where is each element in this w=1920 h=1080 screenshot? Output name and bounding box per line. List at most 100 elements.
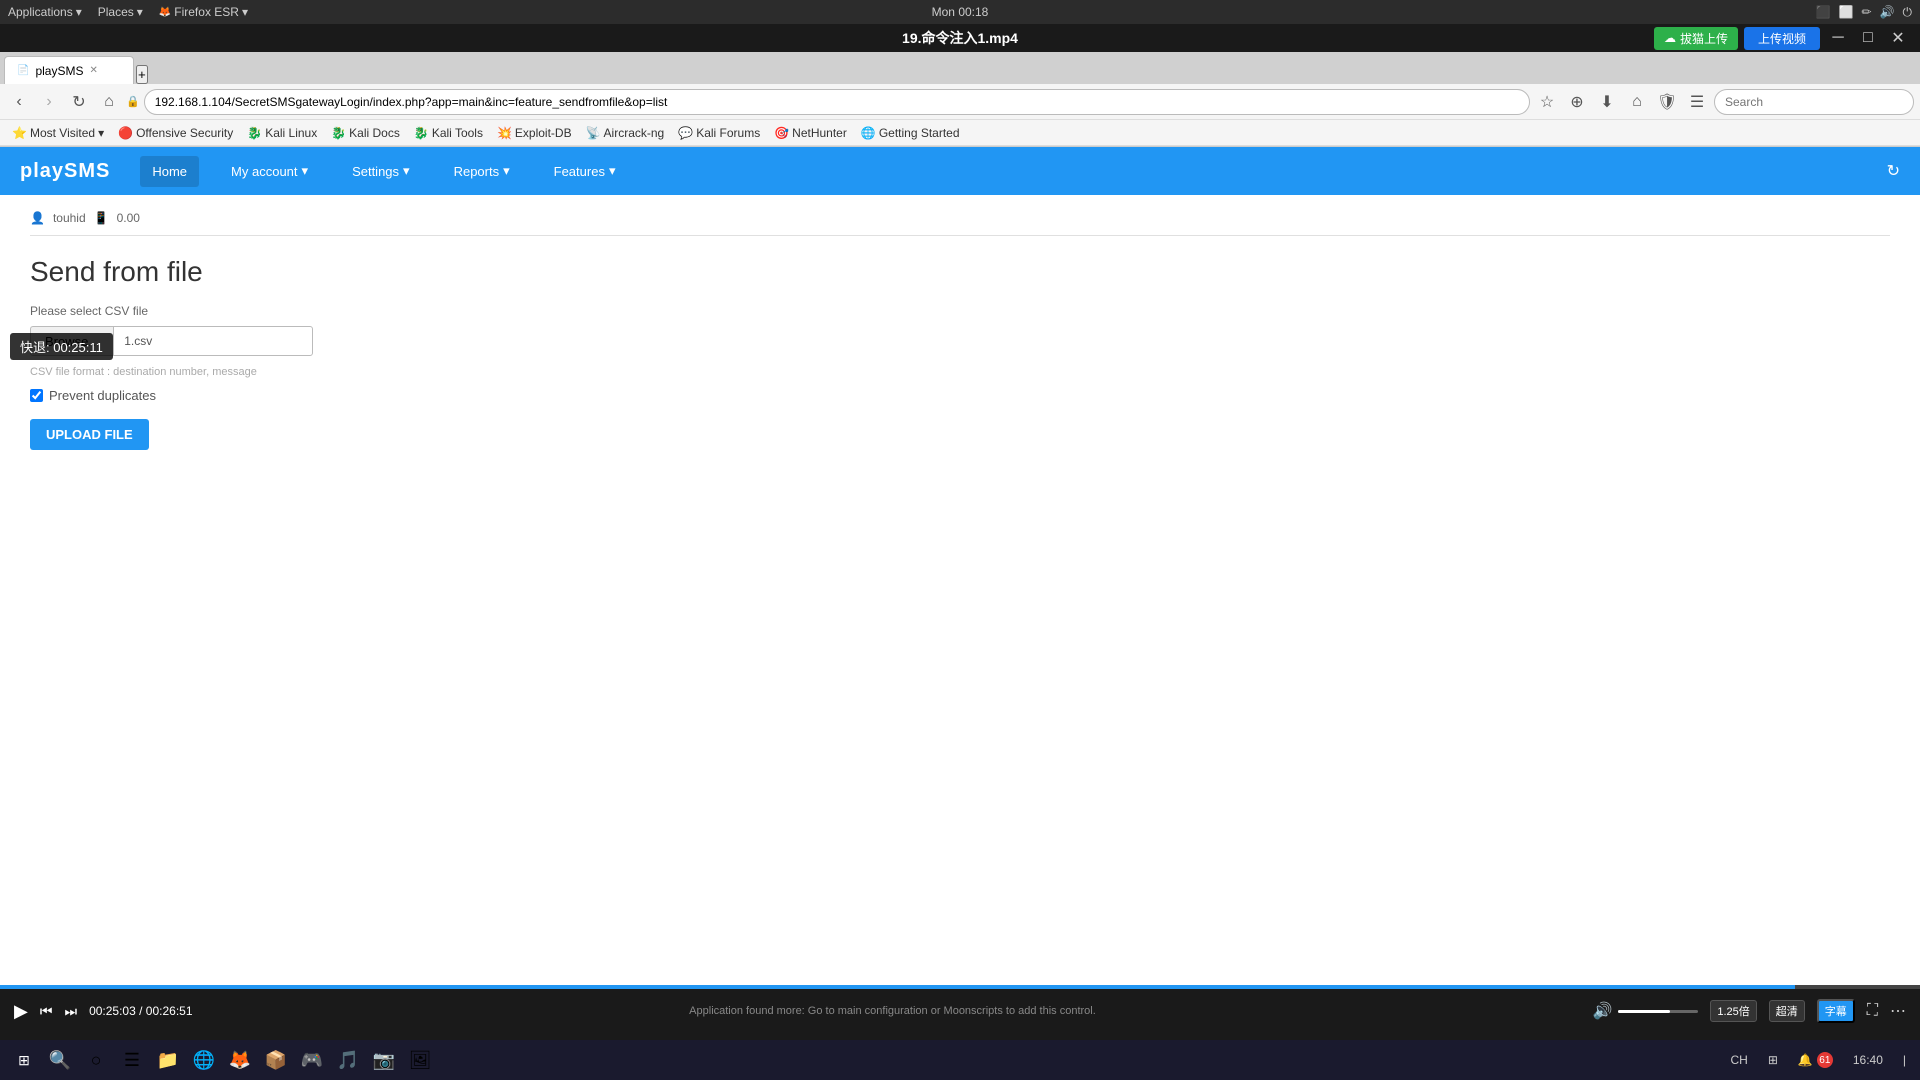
url-bar[interactable] [144,89,1530,115]
bookmark-icon: ⭐ [12,126,27,140]
bookmark-kali-forums[interactable]: 💬 Kali Forums [672,124,766,142]
video-player-area: ▶ ⏮ ⏭ 00:25:03 / 00:26:51 Application fo… [0,985,1920,1033]
taskbar-search-icon[interactable]: 🔍 [44,1044,76,1076]
subtitle-badge[interactable]: 字幕 [1817,999,1855,1023]
start-icon: 🌐 [861,126,876,140]
bookmark-star-icon[interactable]: ☆ [1534,89,1560,115]
system-topbar: Applications ▾ Places ▾ 🦊 Firefox ESR ▾ … [0,0,1920,24]
add-tab-button[interactable]: + [136,65,148,84]
more-options-button[interactable]: ⋯ [1890,1001,1906,1021]
security-icon[interactable]: 🛡 [1654,89,1680,115]
taskbar-game-icon[interactable]: 🎮 [296,1044,328,1076]
forums-icon: 💬 [678,126,693,140]
balance: 0.00 [117,211,140,225]
prevent-duplicates-checkbox[interactable] [30,389,43,402]
fullscreen-button[interactable]: ⛶ [1867,1002,1878,1020]
nav-settings[interactable]: Settings ▾ [340,155,422,187]
nav-features[interactable]: Features ▾ [542,155,628,187]
quality-badge[interactable]: 超清 [1769,1000,1805,1022]
bookmark-most-visited[interactable]: ⭐ Most Visited ▾ [6,124,110,142]
volume-speaker-icon[interactable]: 🔊 [1592,1001,1612,1021]
speed-badge[interactable]: 1.25倍 [1710,1000,1756,1022]
tools-icon: 🐉 [414,126,429,140]
topbar-right: ⬛ ⬜ ✏ 🔊 ⏻ [1816,5,1912,20]
taskbar-grid[interactable]: ⊞ [1762,1051,1784,1069]
notification-badge: 61 [1817,1052,1833,1068]
download-icon[interactable]: ⬇ [1594,89,1620,115]
phone-icon: 📱 [94,211,109,225]
notification-icon: 🔔 [1798,1053,1813,1067]
taskbar-task-view-icon[interactable]: ☰ [116,1044,148,1076]
taskbar-show-desktop[interactable]: | [1897,1051,1912,1069]
power-icon[interactable]: ⏻ [1903,5,1913,20]
taskbar-files-icon[interactable]: 📁 [152,1044,184,1076]
bookmark-kali-tools[interactable]: 🐉 Kali Tools [408,124,489,142]
bookmark-nethunter[interactable]: 🎯 NetHunter [768,124,853,142]
minimize-button[interactable]: ─ [1826,26,1850,50]
next-chapter-button[interactable]: ⏭ [64,1003,77,1020]
browser-tab-playsms[interactable]: 📄 playSMS ✕ [4,56,134,84]
upload-blue-button[interactable]: 上传视频 [1744,27,1820,50]
search-input[interactable] [1714,89,1914,115]
bookmark-shield-icon[interactable]: ⊕ [1564,89,1590,115]
close-button[interactable]: ✕ [1886,26,1910,50]
bookmark-kali-docs[interactable]: 🐉 Kali Docs [325,124,406,142]
tab-label: playSMS [35,64,83,78]
user-info-bar: 👤 touhid 📱 0.00 [30,211,1890,236]
home-button[interactable]: ⌂ [96,89,122,115]
applications-menu[interactable]: Applications ▾ [8,5,82,19]
tab-close-icon[interactable]: ✕ [89,65,97,76]
refresh-icon[interactable]: ↻ [1887,163,1900,180]
file-name-display: 1.csv [113,326,313,356]
page-title: Send from file [30,256,1890,288]
prev-chapter-button[interactable]: ⏮ [40,1003,53,1020]
bookmark-offensive-security[interactable]: 🔴 Offensive Security [112,124,239,142]
video-progress-fill [0,985,1795,989]
exploit-icon: 💥 [497,126,512,140]
upload-green-button[interactable]: ☁ 拔猫上传 [1654,27,1738,50]
taskbar-camera-icon[interactable]: 📷 [368,1044,400,1076]
taskbar-media-icon[interactable]: 🎵 [332,1044,364,1076]
volume-area: 🔊 [1592,1001,1698,1021]
bookmark-kali-linux[interactable]: 🐉 Kali Linux [241,124,323,142]
taskbar-lang[interactable]: CH [1724,1051,1753,1069]
player-center-text: Application found more: Go to main confi… [205,1005,1581,1017]
menu-icon[interactable]: ☰ [1684,89,1710,115]
forward-button[interactable]: › [36,89,62,115]
reload-button[interactable]: ↻ [66,89,92,115]
volume-icon-top: 🔊 [1880,5,1895,19]
browser-chrome: 📄 playSMS ✕ + ‹ › ↻ ⌂ 🔒 ☆ ⊕ ⬇ ⌂ 🛡 ☰ ⭐ Mo… [0,52,1920,147]
nav-reports[interactable]: Reports ▾ [442,155,522,187]
browser-menu[interactable]: 🦊 Firefox ESR ▾ [159,5,248,19]
places-menu[interactable]: Places ▾ [98,5,143,19]
taskbar-start-button[interactable]: ⊞ [8,1044,40,1076]
play-button[interactable]: ▶ [14,1001,28,1022]
volume-slider[interactable] [1618,1010,1698,1013]
volume-fill [1618,1010,1670,1013]
upload-file-button[interactable]: UPLOAD FILE [30,419,149,450]
taskbar-cortana-icon[interactable]: ○ [80,1044,112,1076]
kali-icon: 🐉 [247,126,262,140]
nav-my-account[interactable]: My account ▾ [219,155,320,187]
bookmark-aircrack[interactable]: 📡 Aircrack-ng [580,124,671,142]
taskbar-store-icon[interactable]: 📦 [260,1044,292,1076]
aircrack-icon: 📡 [586,126,601,140]
taskbar-notification-icon[interactable]: 🔔 61 [1792,1050,1839,1070]
taskbar-browser-icon[interactable]: 🌐 [188,1044,220,1076]
video-progress-bar[interactable] [0,985,1920,989]
bookmark-exploit-db[interactable]: 💥 Exploit-DB [491,124,578,142]
pen-icon: ✏ [1861,5,1871,19]
back-button[interactable]: ‹ [6,89,32,115]
taskbar-firefox-icon[interactable]: 🦊 [224,1044,256,1076]
bookmark-getting-started[interactable]: 🌐 Getting Started [855,124,966,142]
topbar-left: Applications ▾ Places ▾ 🦊 Firefox ESR ▾ [8,5,248,19]
nav-home[interactable]: Home [140,156,199,187]
bookmarks-bar: ⭐ Most Visited ▾ 🔴 Offensive Security 🐉 … [0,120,1920,146]
taskbar-time[interactable]: 16:40 [1847,1051,1889,1069]
taskbar-right: CH ⊞ 🔔 61 16:40 | [1724,1050,1912,1070]
taskbar-photo-icon[interactable]: 🖼 [404,1044,436,1076]
lock-icon: 🔒 [126,95,140,108]
docs-icon: 🐉 [331,126,346,140]
maximize-button[interactable]: □ [1856,26,1880,50]
home-nav-icon[interactable]: ⌂ [1624,89,1650,115]
